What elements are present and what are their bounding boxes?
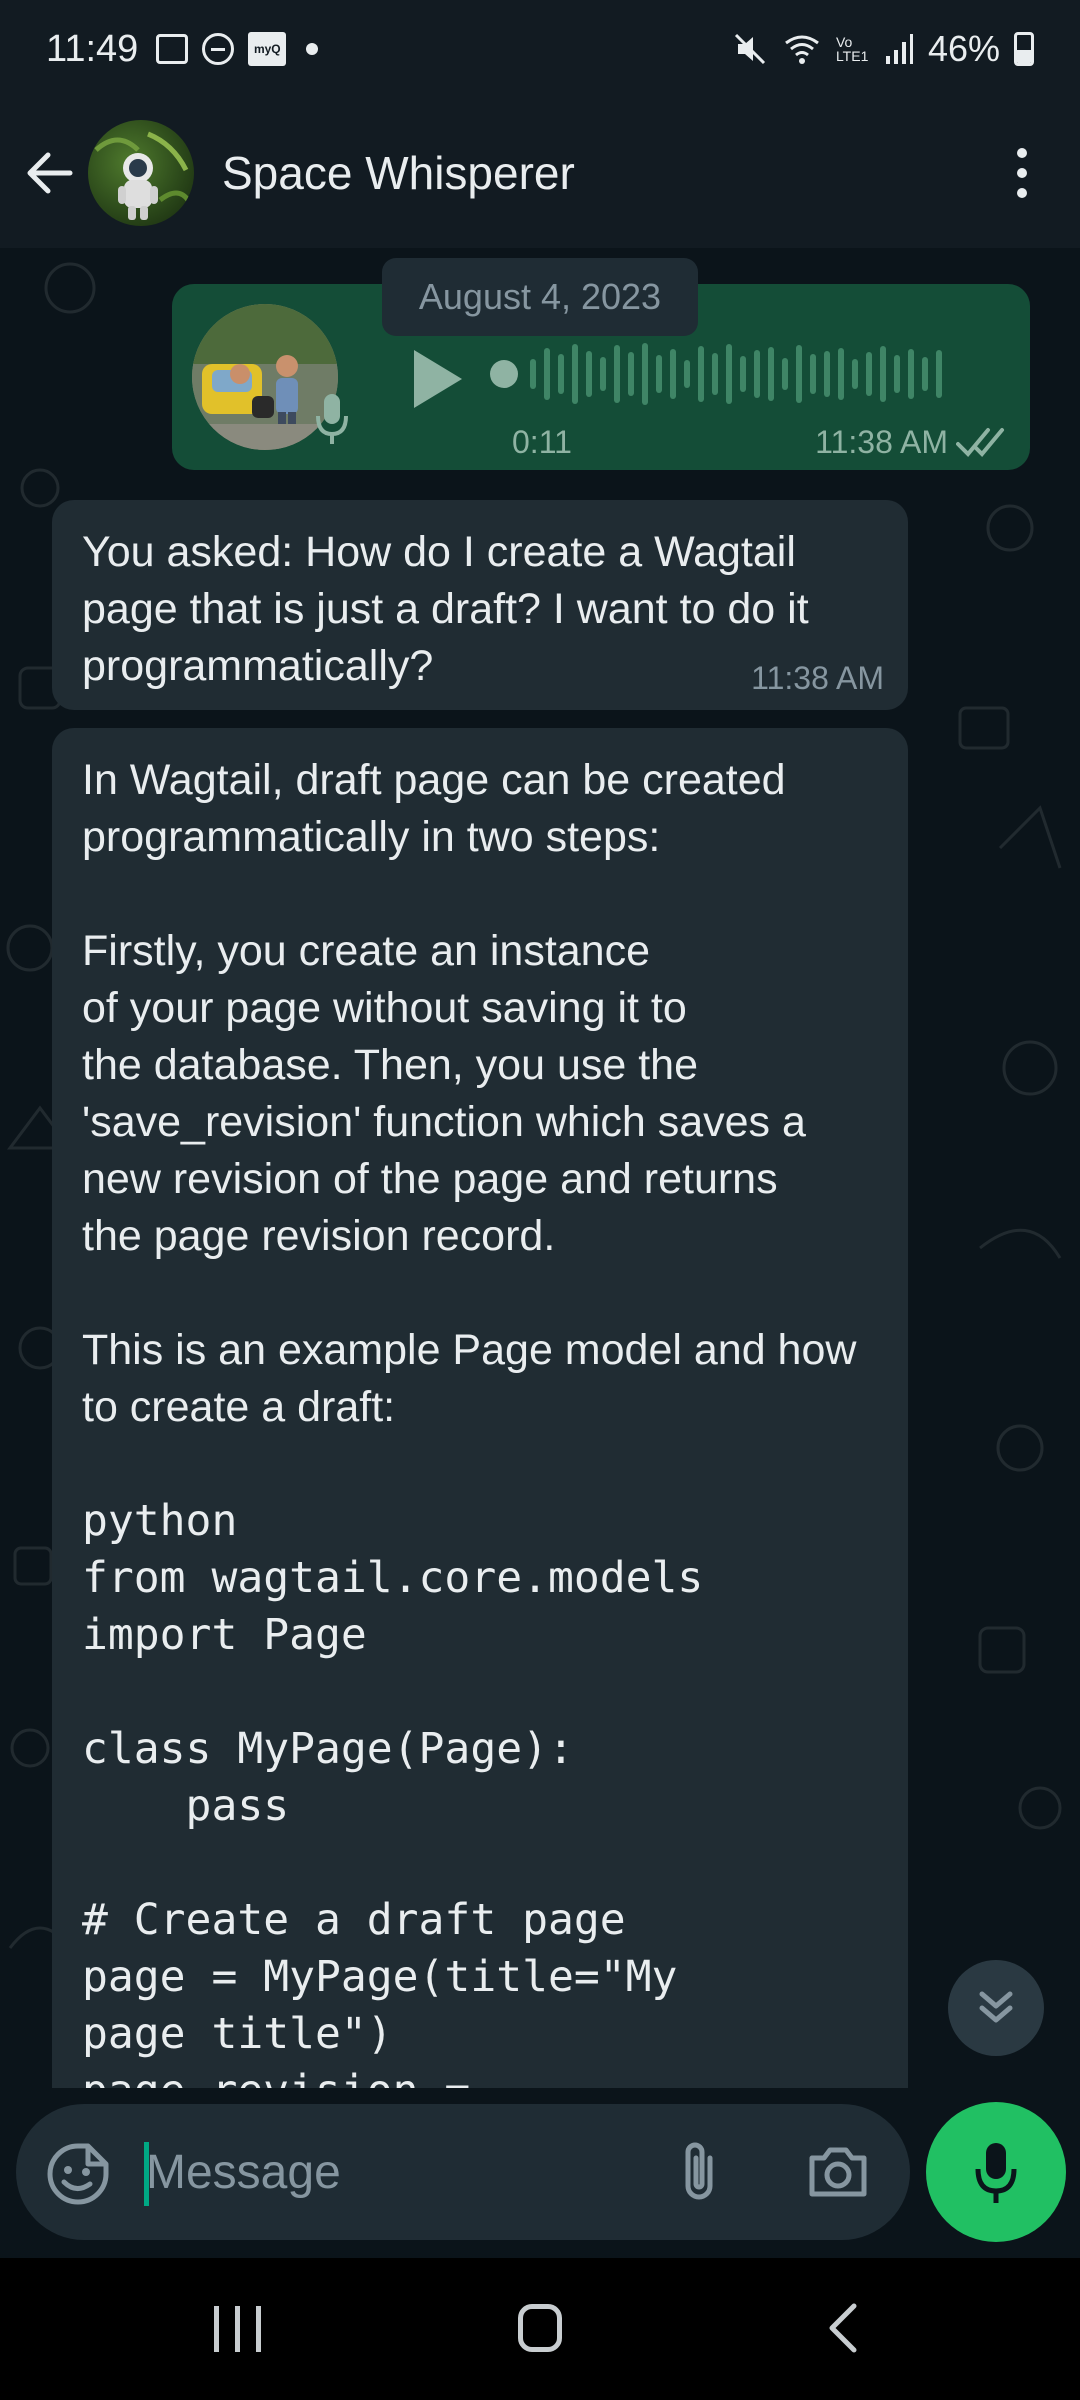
waveform-bar [824,351,830,397]
voice-duration: 0:11 [512,424,572,460]
camera-icon[interactable] [806,2142,870,2200]
waveform-bar [936,350,942,398]
system-icons: Vo LTE1 46% [732,28,1034,70]
paperclip-icon[interactable] [676,2138,722,2204]
waveform-bar [866,352,872,396]
waveform-bar [740,356,746,392]
waveform-bar [614,345,620,403]
recent-apps-icon [214,2306,219,2352]
waveform-bar [852,359,858,389]
waveform-bar [796,345,802,403]
waveform-bar [838,348,844,400]
chat-header: Space Whisperer [0,98,1080,248]
more-vertical-icon-dot [1017,168,1027,178]
recent-apps-button[interactable] [214,2306,261,2352]
voice-message-time: 11:38 AM [815,424,948,460]
double-check-icon [956,428,1004,457]
wifi-icon [785,35,819,64]
signal-icon [885,34,913,64]
contact-avatar[interactable] [88,120,194,226]
waveform-bar [586,351,592,397]
waveform-bar [572,344,578,404]
battery-icon [1014,32,1034,66]
battery-percentage: 46% [927,28,1000,69]
message-paragraph: In Wagtail, draft page can be created pr… [82,756,798,861]
message-input[interactable] [146,2134,646,2210]
arrow-left-icon [27,152,73,194]
voice-mic-icon [316,394,348,444]
date-chip: August 4, 2023 [382,258,698,336]
waveform-bar [726,344,732,404]
waveform-bar [712,353,718,395]
emoji-sticker-icon[interactable] [46,2142,110,2206]
scroll-to-bottom-button[interactable] [948,1960,1044,2056]
voice-record-button[interactable] [926,2102,1066,2242]
myq-app-icon: myQ [248,32,287,66]
voice-waveform[interactable] [490,334,960,414]
home-button[interactable] [518,2304,562,2352]
more-options-button[interactable] [1002,138,1042,208]
code-block: python from wagtail.core.models import P… [82,1496,704,2088]
more-vertical-icon-dot [1017,188,1027,198]
waveform-bar [782,358,788,390]
back-nav-icon[interactable] [826,2302,860,2354]
double-chevron-down-icon [979,1991,1013,2023]
recent-apps-icon-bar [256,2306,261,2352]
waveform-bar [908,349,914,399]
waveform-bar [670,349,676,399]
message-input-container[interactable] [16,2104,910,2240]
waveform-playhead[interactable] [490,360,518,388]
waveform-bar [880,346,886,402]
microphone-icon [975,2143,1017,2203]
incoming-message[interactable]: In Wagtail, draft page can be created pr… [52,728,908,2088]
astronaut-avatar-image [94,131,191,220]
gallery-icon [156,34,189,64]
more-vertical-icon [1017,148,1027,158]
mute-icon [734,33,765,65]
waveform-bar [530,359,536,389]
message-time: 11:38 AM [751,660,884,696]
system-navigation-bar [0,2258,1080,2400]
waveform-bar [544,348,550,400]
play-icon[interactable] [400,344,470,414]
waveform-bar [894,355,900,393]
do-not-disturb-icon [202,33,235,65]
status-time: 11:49 [46,27,139,70]
waveform-bar [628,352,634,396]
waveform-bar [698,346,704,402]
waveform-bar [642,343,648,405]
waveform-bar [810,354,816,394]
volte-icon: Vo LTE1 [835,34,869,64]
message-paragraph: This is an example Page model and how to… [82,1326,869,1431]
incoming-message[interactable]: You asked: How do I create a Wagtail pag… [52,500,908,710]
waveform-bar [754,350,760,398]
waveform-bar [768,347,774,401]
waveform-bar [922,357,928,391]
notification-icons: myQ [156,32,319,66]
waveform-bar [684,360,690,388]
waveform-bar [558,354,564,394]
chat-area[interactable]: 0:11 11:38 AM August 4, 2023 You asked: … [0,248,1080,2088]
dot-icon [306,43,319,55]
recent-apps-icon-bar [235,2306,240,2352]
status-bar: 11:49 myQ Vo LTE1 46% [0,0,1080,98]
message-paragraph: Firstly, you create an instance of your … [82,927,806,1260]
back-button[interactable] [20,143,80,203]
waveform-bar [600,357,606,391]
message-composer [0,2088,1080,2258]
waveform-bar [656,355,662,393]
contact-name[interactable]: Space Whisperer [222,146,575,200]
